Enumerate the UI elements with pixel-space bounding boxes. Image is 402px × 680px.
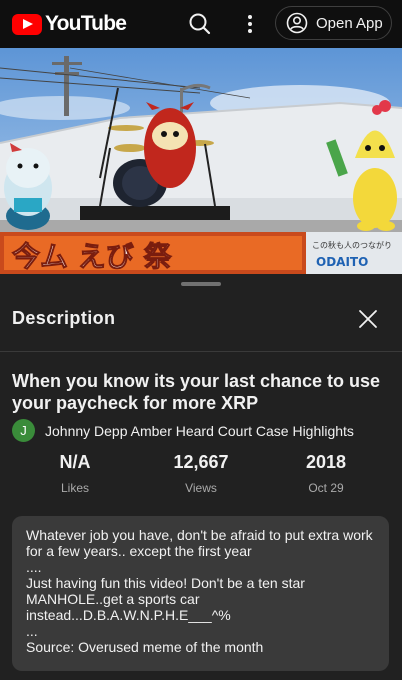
video-frame-image: 今ム えび 祭 この秋も人のつながり ODAITO bbox=[0, 48, 402, 274]
top-app-bar: YouTube Open App bbox=[0, 0, 402, 48]
close-button[interactable] bbox=[356, 307, 380, 331]
date-stat: 2018 Oct 29 bbox=[271, 452, 381, 495]
stats-row: N/A Likes 12,667 Views 2018 Oct 29 bbox=[0, 452, 402, 502]
close-icon bbox=[359, 310, 377, 328]
more-vert-icon bbox=[248, 15, 252, 33]
drag-handle[interactable] bbox=[181, 282, 221, 286]
svg-text:ODAITO: ODAITO bbox=[316, 255, 368, 269]
open-app-label: Open App bbox=[316, 14, 383, 32]
search-button[interactable] bbox=[186, 10, 214, 38]
channel-name[interactable]: Johnny Depp Amber Heard Court Case Highl… bbox=[45, 423, 354, 439]
date-year: 2018 bbox=[305, 452, 347, 472]
open-app-button[interactable]: Open App bbox=[275, 6, 392, 40]
logo-text: YouTube bbox=[45, 12, 127, 35]
video-title: When you know its your last chance to us… bbox=[12, 371, 381, 413]
description-text-box[interactable]: Whatever job you have, don't be afraid t… bbox=[12, 516, 389, 671]
date-day: Oct 29 bbox=[308, 481, 344, 495]
likes-stat: N/A Likes bbox=[20, 452, 130, 495]
likes-label: Likes bbox=[60, 481, 89, 495]
youtube-logo-icon bbox=[12, 13, 42, 35]
description-line: Just having fun this video! Don't be a t… bbox=[26, 575, 305, 591]
likes-value: N/A bbox=[59, 452, 91, 472]
views-stat: 12,667 Views bbox=[146, 452, 256, 495]
description-line: for a few years.. except the first year bbox=[26, 543, 252, 559]
search-icon bbox=[189, 13, 211, 35]
description-line: Whatever job you have, don't be afraid t… bbox=[26, 527, 373, 543]
divider bbox=[0, 351, 402, 352]
description-panel: Description When you know its your last … bbox=[0, 274, 402, 680]
svg-text:今ム えび 祭: 今ム えび 祭 bbox=[12, 240, 172, 273]
description-line: MANHOLE..get a sports car bbox=[26, 591, 200, 607]
description-line: Source: Overused meme of the month bbox=[26, 639, 264, 655]
views-value: 12,667 bbox=[173, 452, 229, 472]
description-line: ... bbox=[26, 623, 38, 639]
description-line: instead...D.B.A.W.N.P.H.E___^% bbox=[26, 607, 231, 623]
panel-title: Description bbox=[12, 308, 116, 328]
video-player[interactable]: 今ム えび 祭 この秋も人のつながり ODAITO bbox=[0, 48, 402, 274]
account-icon bbox=[286, 12, 308, 34]
more-options-button[interactable] bbox=[236, 10, 264, 38]
youtube-logo[interactable]: YouTube bbox=[12, 12, 127, 36]
description-line: .... bbox=[26, 559, 42, 575]
channel-link[interactable]: J Johnny Depp Amber Heard Court Case Hig… bbox=[12, 419, 354, 442]
channel-avatar[interactable]: J bbox=[12, 419, 35, 442]
svg-text:この秋も人のつながり: この秋も人のつながり bbox=[312, 240, 392, 250]
views-label: Views bbox=[185, 481, 217, 495]
